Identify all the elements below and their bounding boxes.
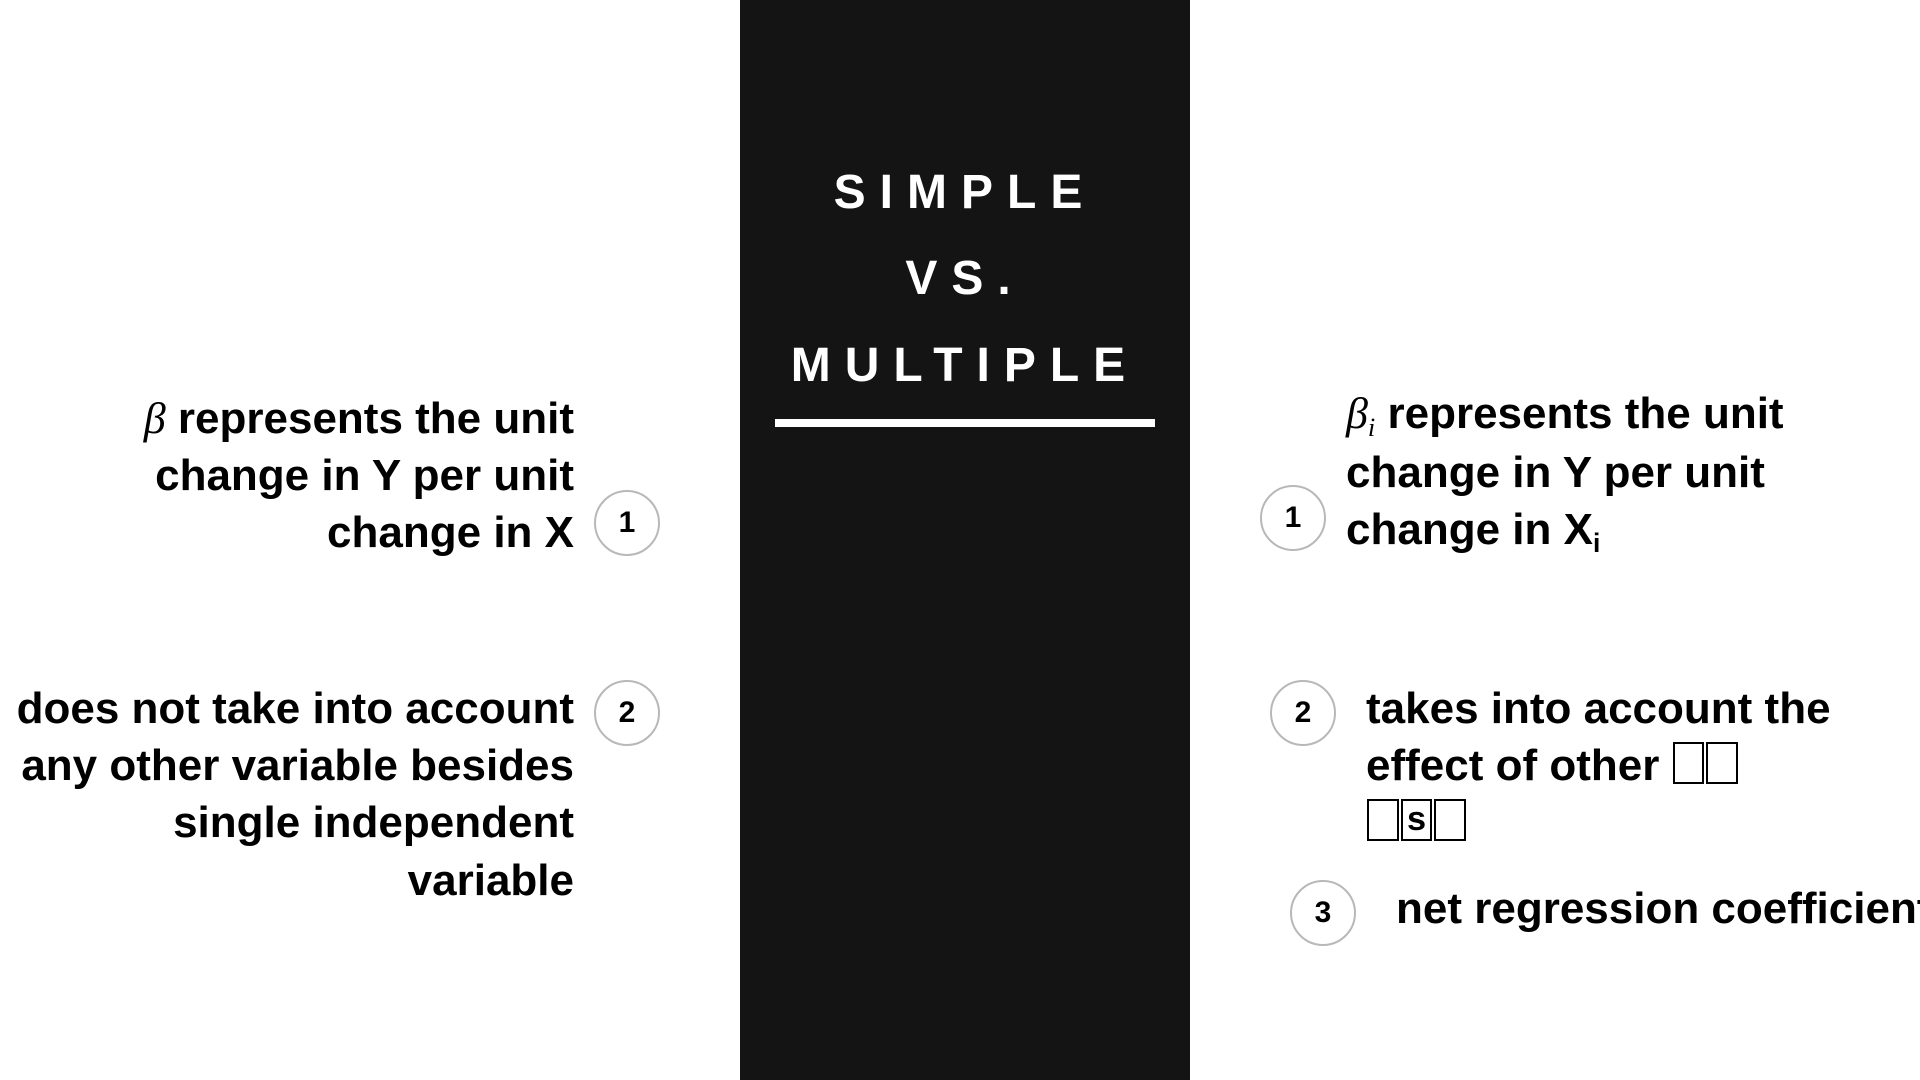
item-text: takes into account the effect of other bbox=[1366, 680, 1920, 852]
beta-symbol: β bbox=[144, 394, 166, 443]
bullet-number: 2 bbox=[1270, 680, 1336, 746]
title-line-1: SIMPLE bbox=[740, 150, 1190, 236]
x-sub-i: i bbox=[1593, 528, 1600, 558]
title-line-3: MULTIPLE bbox=[740, 323, 1190, 409]
missing-glyph-s-icon bbox=[1401, 799, 1433, 841]
item-text: does not take into account any other var… bbox=[14, 680, 574, 909]
title-underline bbox=[775, 419, 1155, 427]
center-title: SIMPLE VS. MULTIPLE bbox=[740, 150, 1190, 427]
title-line-2: VS. bbox=[740, 236, 1190, 322]
list-item: does not take into account any other var… bbox=[14, 680, 660, 909]
right-column: 1 βi represents the unit change in Y per… bbox=[1230, 0, 1920, 1080]
center-band: SIMPLE VS. MULTIPLE bbox=[740, 0, 1190, 1080]
item-text: net regression coefficient bbox=[1396, 880, 1920, 937]
list-item: 1 βi represents the unit change in Y per… bbox=[1260, 385, 1906, 561]
item-body-a: takes into account the effect of other bbox=[1366, 684, 1831, 790]
item-body: represents the unit change in Y per unit… bbox=[155, 394, 574, 557]
bullet-number: 2 bbox=[594, 680, 660, 746]
bullet-number: 1 bbox=[594, 490, 660, 556]
item-body: represents the unit change in Y per unit… bbox=[1346, 389, 1784, 554]
missing-glyph-icon bbox=[1706, 742, 1738, 784]
list-item: β represents the unit change in Y per un… bbox=[14, 390, 660, 562]
left-column: β represents the unit change in Y per un… bbox=[0, 0, 700, 1080]
missing-glyph-icon bbox=[1367, 799, 1399, 841]
bullet-number: 3 bbox=[1290, 880, 1356, 946]
missing-glyph-icon bbox=[1434, 799, 1466, 841]
bullet-number: 1 bbox=[1260, 485, 1326, 551]
list-item: 2 takes into account the effect of other bbox=[1270, 680, 1920, 852]
beta-i-symbol: βi bbox=[1346, 389, 1375, 438]
missing-glyph-icon bbox=[1673, 742, 1705, 784]
item-text: βi represents the unit change in Y per u… bbox=[1346, 385, 1906, 561]
item-text: β represents the unit change in Y per un… bbox=[14, 390, 574, 562]
list-item: 3 net regression coefficient bbox=[1290, 880, 1920, 946]
